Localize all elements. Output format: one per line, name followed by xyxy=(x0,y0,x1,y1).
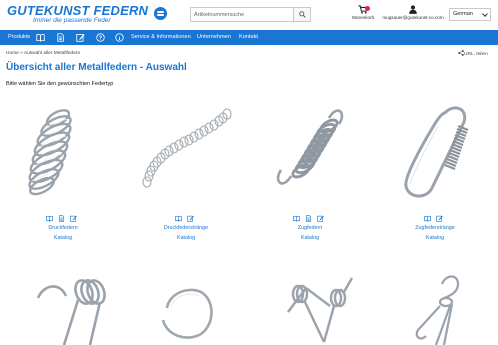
language-select[interactable]: German xyxy=(449,8,491,21)
user-icon xyxy=(409,5,417,14)
torsion-spring-image[interactable] xyxy=(30,268,110,345)
catalog-link[interactable]: Katalog xyxy=(131,235,241,241)
nav-item-kontakt[interactable]: Kontakt xyxy=(239,30,258,45)
brand-logo[interactable]: GUTEKUNST FEDERN Immer die passende Fede… xyxy=(7,4,148,25)
user-email: mugsauer@gutekunst-co.com xyxy=(382,15,444,20)
page-title: Übersicht aller Metallfedern - Auswahl xyxy=(6,62,187,73)
catalog-icon[interactable] xyxy=(46,215,53,222)
catalog-icon[interactable] xyxy=(175,215,182,222)
edit-icon[interactable] xyxy=(317,215,324,222)
nav-item-produkte[interactable]: Produkte xyxy=(8,30,30,45)
help-icon[interactable]: ? xyxy=(96,33,105,42)
search-icon xyxy=(299,11,306,18)
brand-name: GUTEKUNST FEDERN xyxy=(7,3,149,18)
article-search xyxy=(190,7,311,22)
share-prefix: URL xyxy=(464,52,474,57)
document-icon[interactable] xyxy=(56,33,65,42)
extension-spring-coil-image[interactable] xyxy=(380,98,490,203)
edit-icon[interactable] xyxy=(76,33,85,42)
brand-mark-icon xyxy=(154,7,167,20)
double-torsion-spring-image[interactable] xyxy=(284,272,354,345)
product-name[interactable]: Druckfedern xyxy=(8,225,118,231)
main-navigation: Produkte ? i Service & Informationen Unt… xyxy=(0,30,498,45)
brand-tagline: Immer die passende Feder xyxy=(33,17,111,24)
cart-button[interactable]: Warenkorb xyxy=(349,5,377,27)
document-icon[interactable] xyxy=(305,215,312,222)
cart-count-badge xyxy=(365,6,370,11)
catalog-link[interactable]: Katalog xyxy=(255,235,365,241)
chevron-down-icon xyxy=(482,11,488,17)
site-header: GUTEKUNST FEDERN Immer die passende Fede… xyxy=(0,0,498,30)
cart-label: Warenkorb xyxy=(351,15,375,20)
catalog-link[interactable]: Katalog xyxy=(380,235,490,241)
extension-spring-image[interactable] xyxy=(255,98,365,203)
compression-spring-image[interactable] xyxy=(8,98,118,203)
wire-form-spring-image[interactable] xyxy=(410,270,470,345)
language-selected: German xyxy=(453,11,473,17)
compression-spring-coil-image[interactable] xyxy=(131,98,241,203)
edit-icon[interactable] xyxy=(187,215,194,222)
search-input[interactable] xyxy=(191,8,294,21)
product-name[interactable]: Zugfedern xyxy=(255,225,365,231)
catalog-icon[interactable] xyxy=(293,215,300,222)
catalog-icon[interactable] xyxy=(424,215,431,222)
edit-icon[interactable] xyxy=(436,215,443,222)
product-name[interactable]: Druckfederstränge xyxy=(131,225,241,231)
product-name[interactable]: Zugfederstränge xyxy=(380,225,490,231)
svg-text:?: ? xyxy=(99,36,103,42)
search-button[interactable] xyxy=(293,8,310,21)
snap-ring-image[interactable] xyxy=(157,284,219,345)
catalog-icon[interactable] xyxy=(36,33,45,42)
share-url-button[interactable]: URL, teilen xyxy=(458,50,488,57)
info-icon[interactable]: i xyxy=(115,33,124,42)
page-subtitle: Bitte wählen Sie den gewünschten Federty… xyxy=(6,81,114,87)
share-label: teilen xyxy=(476,52,488,57)
breadcrumb[interactable]: Home » Auswahl aller Metallfedern xyxy=(6,51,80,56)
account-button[interactable]: mugsauer@gutekunst-co.com xyxy=(380,5,446,27)
document-icon[interactable] xyxy=(58,215,65,222)
nav-item-service[interactable]: Service & Informationen xyxy=(131,30,191,45)
catalog-link[interactable]: Katalog xyxy=(8,235,118,241)
nav-item-unternehmen[interactable]: Unternehmen xyxy=(197,30,231,45)
edit-icon[interactable] xyxy=(70,215,77,222)
